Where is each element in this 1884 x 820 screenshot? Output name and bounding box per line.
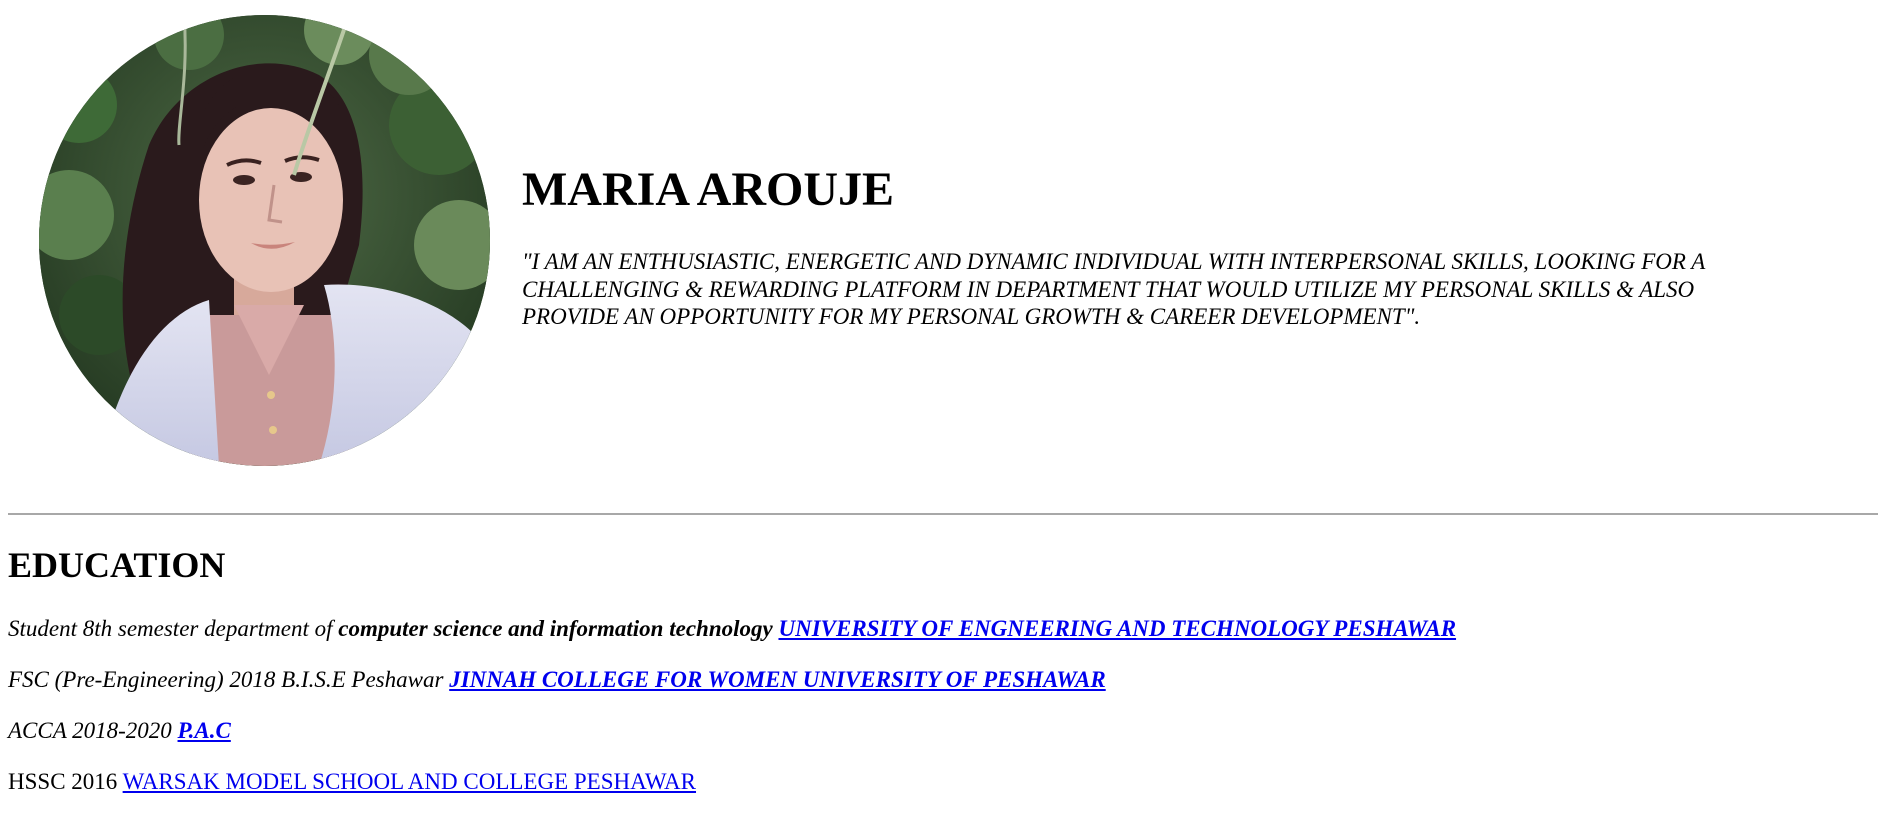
education-item-fsc: FSC (Pre-Engineering) 2018 B.I.S.E Pesha… [8, 666, 1106, 694]
education-item-prefix: HSSC 2016 [8, 769, 123, 794]
resume-page: MARIA AROUJE "I AM AN ENTHUSIASTIC, ENER… [0, 0, 1884, 820]
education-item-department: computer science and information technol… [338, 616, 773, 641]
education-item-prefix: FSC (Pre-Engineering) 2018 B.I.S.E Pesha… [8, 667, 450, 692]
education-item-prefix: ACCA 2018-2020 [8, 718, 178, 743]
link-uet-peshawar[interactable]: UNIVERSITY OF ENGNEERING AND TECHNOLOGY … [778, 616, 1456, 641]
profile-photo [39, 15, 490, 466]
profile-objective-quote: "I AM AN ENTHUSIASTIC, ENERGETIC AND DYN… [522, 249, 1705, 329]
education-item-hssc: HSSC 2016 WARSAK MODEL SCHOOL AND COLLEG… [8, 768, 696, 796]
profile-photo-illustration [39, 15, 490, 466]
profile-header: MARIA AROUJE "I AM AN ENTHUSIASTIC, ENER… [0, 0, 1884, 480]
education-heading: EDUCATION [8, 545, 226, 585]
link-jinnah-college[interactable]: JINNAH COLLEGE FOR WOMEN UNIVERSITY OF P… [449, 667, 1106, 692]
profile-name: MARIA AROUJE [522, 163, 895, 216]
education-item-acca: ACCA 2018-2020 P.A.C [8, 717, 231, 745]
education-item-prefix: Student 8th semester department of [8, 616, 339, 641]
section-divider [8, 513, 1878, 515]
link-warsak-school[interactable]: WARSAK MODEL SCHOOL AND COLLEGE PESHAWAR [123, 769, 696, 794]
link-pac[interactable]: P.A.C [178, 718, 231, 743]
education-item-uet: Student 8th semester department of compu… [8, 615, 1456, 643]
